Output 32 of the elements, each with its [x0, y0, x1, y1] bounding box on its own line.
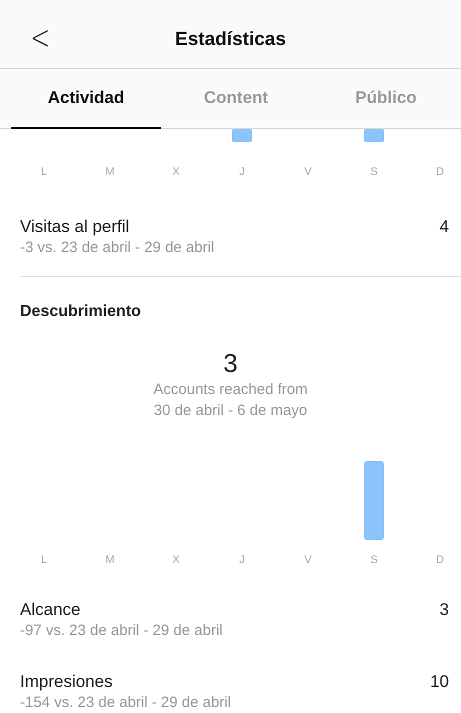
date-range: 30 de abril - 6 de mayo [152, 401, 308, 421]
total-value: 3 [222, 348, 239, 379]
metric-label: Impresiones [20, 672, 113, 692]
screen-title: Estadísticas [175, 28, 286, 51]
comparison-text: -3 vs. 23 de abril - 29 de abril [19, 238, 216, 257]
comparison-text: -154 vs. 23 de abril - 29 de abril [19, 693, 232, 712]
section-title: Descubrimiento [19, 302, 142, 321]
day-label: L [40, 554, 48, 566]
chart-caption: Accounts reached from [152, 380, 309, 400]
metric-label: Visitas al perfil [20, 217, 130, 237]
day-label: V [304, 554, 312, 566]
day-label: L [40, 166, 48, 178]
chart-bar [232, 129, 252, 142]
day-label: S [370, 554, 378, 566]
metric-value: 4 [440, 217, 449, 237]
day-label: J [239, 166, 245, 178]
day-label: X [172, 554, 180, 566]
back-button[interactable]: < [30, 18, 50, 58]
day-label: M [105, 554, 115, 566]
metric-value: 3 [440, 600, 449, 620]
day-label: M [105, 166, 115, 178]
day-label: X [172, 166, 180, 178]
day-label: S [370, 166, 378, 178]
comparison-text: -97 vs. 23 de abril - 29 de abril [19, 621, 224, 640]
day-label: D [436, 166, 444, 178]
chart-bar [364, 129, 384, 142]
tab[interactable]: Actividad [11, 69, 161, 129]
day-label: D [436, 554, 444, 566]
metric-label: Alcance [20, 600, 80, 620]
day-label: V [304, 166, 312, 178]
day-label: J [239, 554, 245, 566]
metric-value: 10 [430, 672, 449, 692]
